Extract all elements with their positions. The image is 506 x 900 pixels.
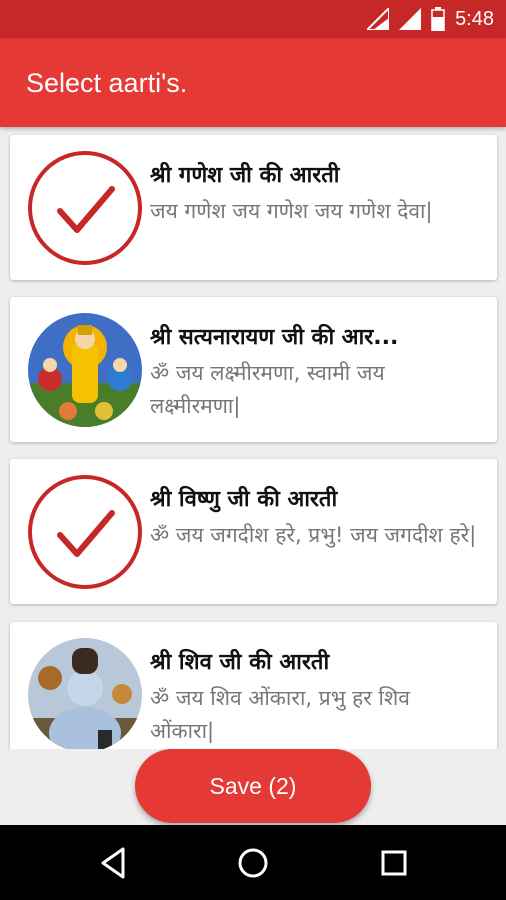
save-button[interactable]: Save (2) bbox=[135, 749, 371, 823]
navigation-bar bbox=[0, 825, 506, 900]
item-subtitle: जय गणेश जय गणेश जय गणेश देवा| bbox=[150, 199, 433, 223]
home-icon[interactable] bbox=[233, 843, 273, 883]
list-item[interactable]: श्री शिव जी की आरती ॐ जय शिव ओंकारा, प्र… bbox=[10, 622, 497, 749]
clock: 5:48 bbox=[455, 7, 494, 30]
status-bar: 5:48 bbox=[0, 0, 506, 38]
recents-icon[interactable] bbox=[374, 843, 414, 883]
signal-icon bbox=[399, 8, 422, 30]
signal-weak-icon bbox=[367, 8, 390, 30]
item-title: श्री विष्णु जी की आरती bbox=[150, 487, 338, 512]
app-bar: Select aarti's. bbox=[0, 38, 506, 127]
back-icon[interactable] bbox=[95, 843, 135, 883]
item-subtitle: ॐ जय जगदीश हरे, प्रभु! जय जगदीश हरे| bbox=[150, 523, 477, 547]
item-title: श्री सत्यनारायण जी की आर... bbox=[150, 325, 399, 350]
page-title: Select aarti's. bbox=[26, 68, 188, 98]
save-bar: Save (2) bbox=[0, 749, 506, 825]
shiva-image[interactable] bbox=[28, 638, 142, 749]
item-title: श्री शिव जी की आरती bbox=[150, 650, 330, 675]
item-subtitle: ॐ जय लक्ष्मीरमणा, स्वामी जय लक्ष्मीरमणा| bbox=[150, 361, 385, 418]
item-subtitle: ॐ जय शिव ओंकारा, प्रभु हर शिव ओंकारा| bbox=[150, 686, 410, 743]
list-item[interactable]: श्री सत्यनारायण जी की आर... ॐ जय लक्ष्मी… bbox=[10, 297, 497, 442]
aarti-list[interactable]: श्री गणेश जी की आरती जय गणेश जय गणेश जय … bbox=[0, 127, 506, 749]
check-icon[interactable] bbox=[28, 151, 142, 265]
satyanarayan-image[interactable] bbox=[28, 313, 142, 427]
check-icon[interactable] bbox=[28, 475, 142, 589]
list-item[interactable]: श्री गणेश जी की आरती जय गणेश जय गणेश जय … bbox=[10, 135, 497, 280]
list-item[interactable]: श्री विष्णु जी की आरती ॐ जय जगदीश हरे, प… bbox=[10, 459, 497, 604]
status-icons: 5:48 bbox=[367, 6, 494, 32]
item-title: श्री गणेश जी की आरती bbox=[150, 163, 340, 188]
battery-icon bbox=[431, 7, 445, 31]
